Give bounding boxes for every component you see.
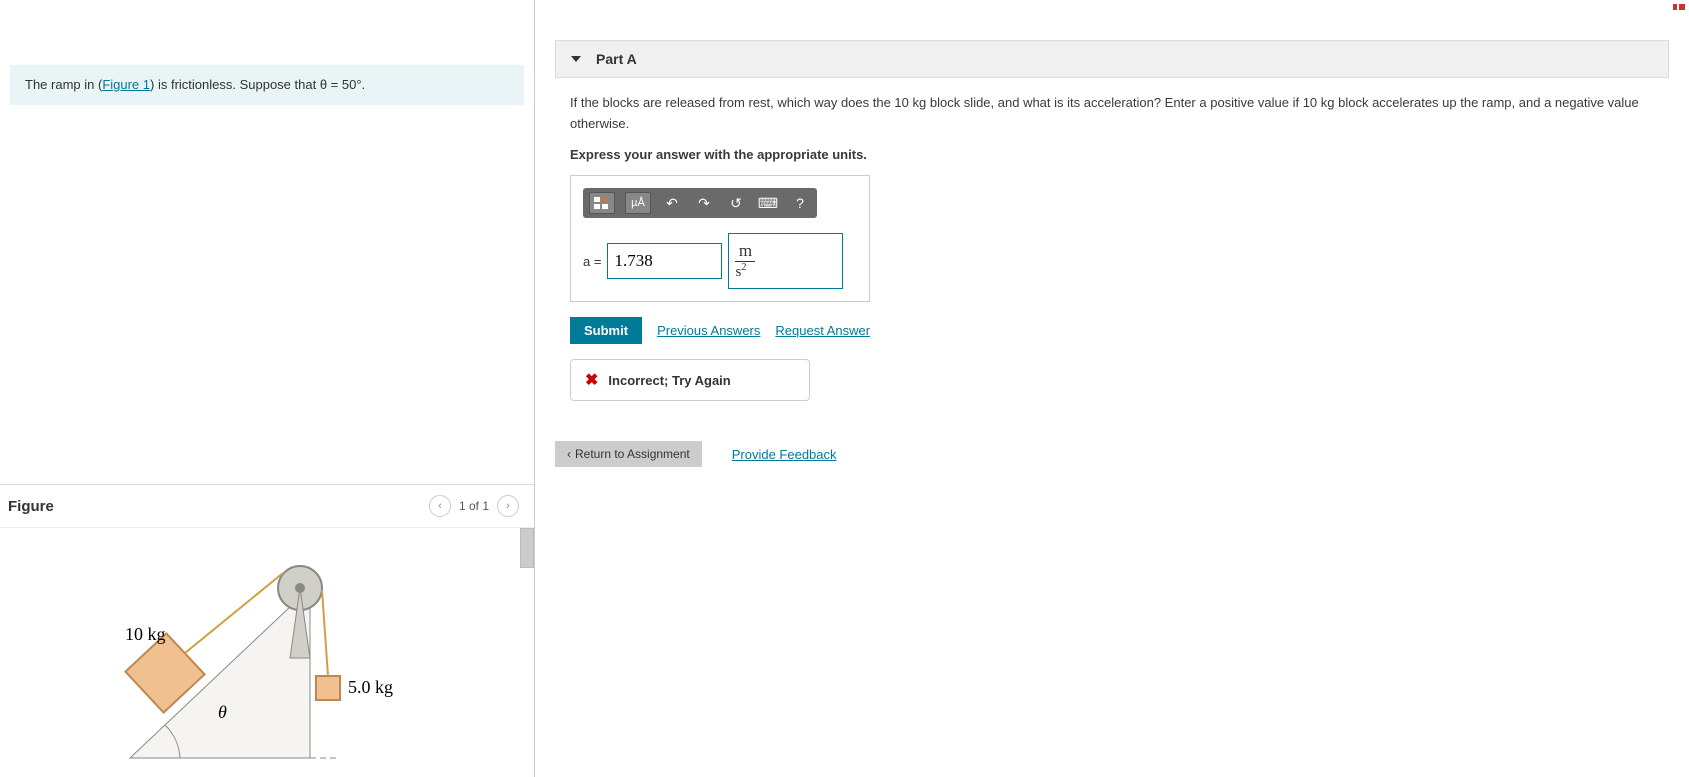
mass1-label: 10 kg (125, 624, 166, 644)
figure-link[interactable]: Figure 1 (102, 77, 150, 92)
action-row: Submit Previous Answers Request Answer (570, 317, 1654, 344)
feedback-box: ✖ Incorrect; Try Again (570, 359, 810, 401)
submit-button[interactable]: Submit (570, 317, 642, 344)
answer-toolbar: µÅ ↶ ↷ ↺ ⌨ ? (583, 188, 817, 218)
part-title: Part A (596, 51, 637, 67)
feedback-text: Incorrect; Try Again (608, 373, 730, 388)
question-area: If the blocks are released from rest, wh… (535, 93, 1689, 401)
figure-prev-button[interactable]: ‹ (429, 495, 451, 517)
figure-section: Figure ‹ 1 of 1 › (0, 484, 534, 777)
reset-button[interactable]: ↺ (725, 192, 747, 214)
answer-box: µÅ ↶ ↷ ↺ ⌨ ? a = m s2 (570, 175, 870, 302)
angle-label: θ (218, 702, 227, 722)
problem-statement: The ramp in (Figure 1) is frictionless. … (10, 65, 524, 105)
unit-numerator: m (735, 241, 755, 262)
help-button[interactable]: ? (789, 192, 811, 214)
undo-button[interactable]: ↶ (661, 192, 683, 214)
question-text: If the blocks are released from rest, wh… (570, 93, 1654, 135)
return-to-assignment-button[interactable]: ‹ Return to Assignment (555, 441, 702, 467)
figure-header: Figure ‹ 1 of 1 › (0, 485, 534, 527)
mass2-label: 5.0 kg (348, 677, 393, 697)
provide-feedback-link[interactable]: Provide Feedback (732, 447, 837, 462)
problem-text-prefix: The ramp in ( (25, 77, 102, 92)
return-label: Return to Assignment (575, 447, 690, 461)
figure-scroll-thumb[interactable] (520, 528, 534, 568)
problem-text-suffix: ) is frictionless. Suppose that θ = 50°. (150, 77, 365, 92)
keyboard-button[interactable]: ⌨ (757, 192, 779, 214)
answer-label: a = (583, 254, 601, 269)
collapse-caret-icon (571, 56, 581, 62)
figure-nav: ‹ 1 of 1 › (429, 495, 519, 517)
answer-line: a = m s2 (583, 233, 857, 289)
figure-title: Figure (8, 498, 54, 515)
figure-next-button[interactable]: › (497, 495, 519, 517)
answer-value-input[interactable] (607, 243, 722, 279)
redo-button[interactable]: ↷ (693, 192, 715, 214)
special-chars-button[interactable]: µÅ (625, 192, 651, 214)
footer-row: ‹ Return to Assignment Provide Feedback (555, 441, 1669, 467)
left-panel: The ramp in (Figure 1) is frictionless. … (0, 0, 535, 777)
ramp-diagram: 10 kg 5.0 kg θ (0, 528, 520, 777)
right-panel: Part A If the blocks are released from r… (535, 0, 1689, 777)
figure-body: 10 kg 5.0 kg θ (0, 527, 534, 777)
request-answer-link[interactable]: Request Answer (775, 323, 870, 338)
part-header[interactable]: Part A (555, 40, 1669, 78)
question-instruction: Express your answer with the appropriate… (570, 145, 1654, 166)
figure-count: 1 of 1 (459, 499, 489, 513)
top-right-square-icon (1673, 4, 1685, 10)
templates-button[interactable] (589, 192, 615, 214)
incorrect-x-icon: ✖ (585, 370, 598, 390)
unit-denominator: s2 (735, 262, 746, 281)
answer-unit-input[interactable]: m s2 (728, 233, 843, 289)
chevron-left-icon: ‹ (567, 447, 571, 461)
previous-answers-link[interactable]: Previous Answers (657, 323, 760, 338)
